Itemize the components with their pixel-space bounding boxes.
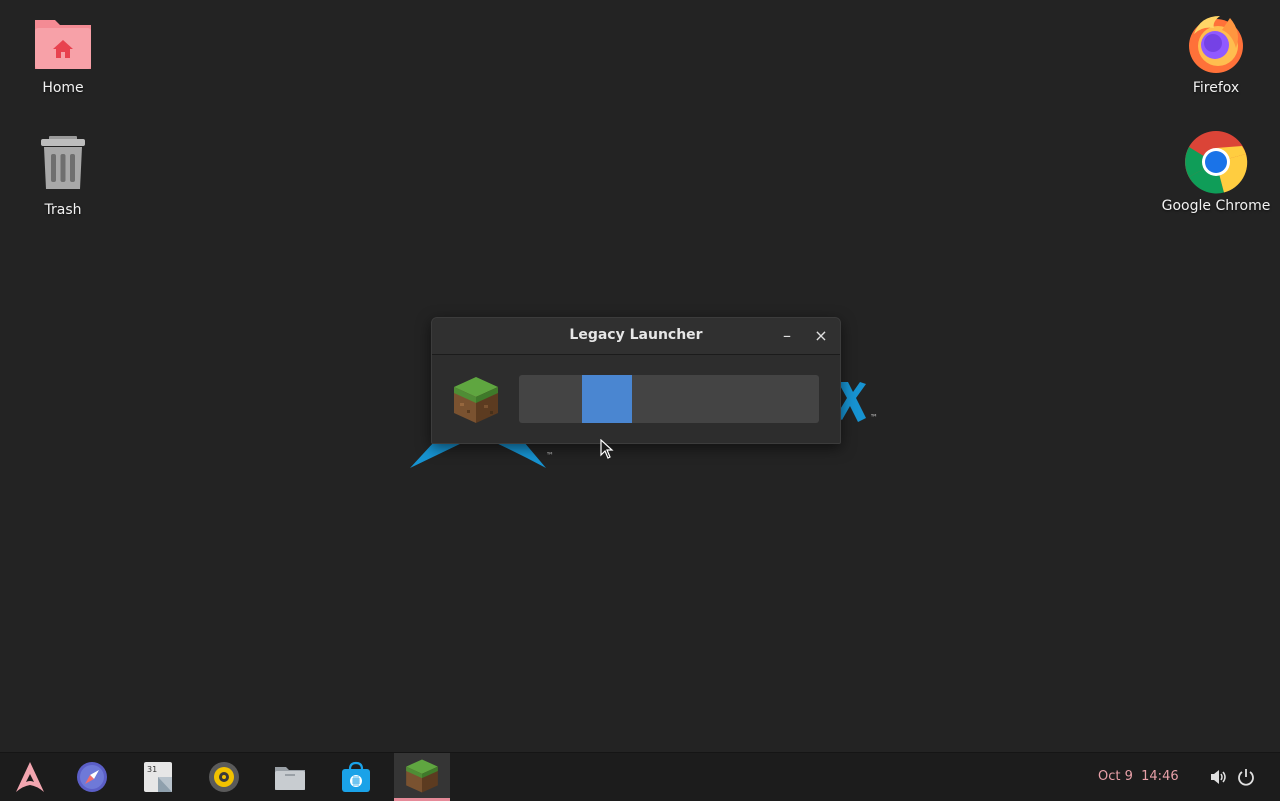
calendar-icon: 31 — [144, 762, 172, 792]
desktop-icon-label: Google Chrome — [1161, 198, 1271, 214]
taskbar-music-player[interactable] — [196, 753, 252, 801]
desktop-icon-label: Firefox — [1192, 80, 1240, 96]
legacy-launcher-window: Legacy Launcher – × — [431, 317, 841, 444]
taskbar-files[interactable] — [262, 753, 318, 801]
taskbar: 31 Oct 9 14:46 — [0, 752, 1280, 801]
volume-icon[interactable] — [1208, 767, 1228, 787]
music-player-icon — [209, 762, 239, 792]
loading-progress-bar — [519, 375, 819, 423]
desktop-icon-label: Home — [42, 80, 84, 96]
home-folder-icon — [31, 12, 95, 76]
desktop-icon-home[interactable]: Home — [8, 12, 118, 96]
window-content — [432, 355, 840, 443]
clock[interactable]: Oct 9 14:46 — [1098, 769, 1179, 784]
app-menu-button[interactable] — [2, 753, 58, 801]
minimize-button[interactable]: – — [776, 325, 798, 347]
close-button[interactable]: × — [810, 325, 832, 347]
desktop-icon-label: Trash — [44, 202, 82, 218]
svg-text:31: 31 — [147, 765, 157, 774]
arch-menu-icon — [16, 762, 44, 792]
web-browser-icon — [77, 762, 107, 792]
firefox-icon — [1184, 12, 1248, 76]
taskbar-web-browser[interactable] — [64, 753, 120, 801]
desktop-icon-chrome[interactable]: Google Chrome — [1161, 130, 1271, 214]
taskbar-software-store[interactable] — [328, 753, 384, 801]
software-store-icon — [342, 761, 370, 792]
chrome-icon — [1184, 130, 1248, 194]
power-icon[interactable] — [1236, 767, 1256, 787]
progress-indicator — [582, 375, 632, 423]
taskbar-calendar[interactable]: 31 — [130, 753, 186, 801]
svg-text:™: ™ — [870, 413, 878, 422]
titlebar[interactable]: Legacy Launcher – × — [432, 318, 840, 355]
desktop-icon-trash[interactable]: Trash — [8, 134, 118, 218]
taskbar-legacy-launcher[interactable] — [394, 753, 450, 801]
trash-icon — [31, 134, 95, 198]
svg-text:™: ™ — [546, 451, 554, 460]
mouse-cursor-icon — [600, 439, 614, 459]
legacy-launcher-icon — [406, 758, 438, 793]
files-icon — [275, 767, 305, 790]
desktop-icon-firefox[interactable]: Firefox — [1161, 8, 1271, 96]
grass-block-icon — [452, 375, 500, 425]
